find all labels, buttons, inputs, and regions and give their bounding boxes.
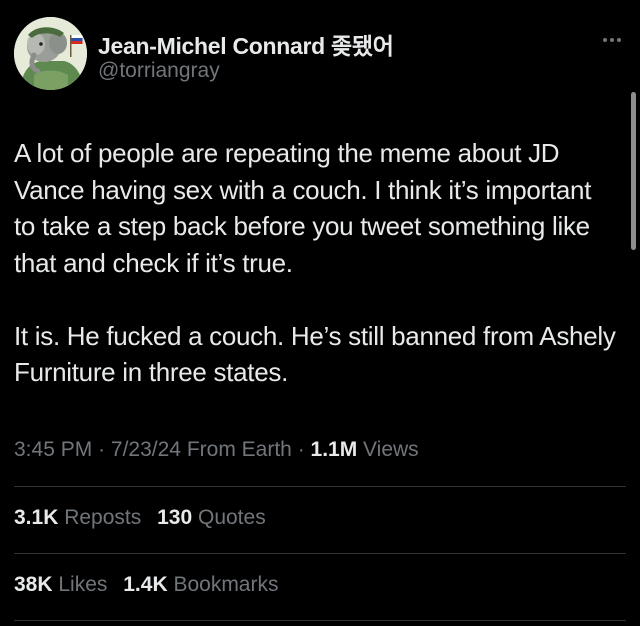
likes-label: Likes: [58, 573, 108, 596]
tweet-text: A lot of people are repeating the meme a…: [14, 135, 619, 391]
likes-count: 38K: [14, 573, 53, 596]
bookmarks-label: Bookmarks: [173, 573, 279, 596]
engagement-stats-row-2: 38K Likes 1.4K Bookmarks: [14, 573, 288, 597]
separator: ·: [297, 438, 311, 461]
divider: [14, 620, 626, 621]
quotes-label: Quotes: [197, 506, 266, 529]
views-count: 1.1M: [310, 438, 358, 461]
more-dot: [617, 38, 621, 42]
divider: [14, 553, 626, 554]
author-handle[interactable]: @torriangray: [98, 59, 220, 83]
tweet-paragraph: It is. He fucked a couch. He’s still ban…: [14, 320, 616, 388]
views-label: Views: [363, 438, 419, 461]
engagement-stats-row-1: 3.1K Reposts 130 Quotes: [14, 506, 276, 530]
quotes-count: 130: [157, 506, 193, 529]
tweet-paragraph: A lot of people are repeating the meme a…: [14, 138, 592, 278]
reposts-count: 3.1K: [14, 506, 59, 529]
scrollbar-thumb[interactable]: [631, 92, 636, 250]
author-display-name[interactable]: Jean-Michel Connard 좆됐어: [98, 27, 394, 61]
tweet-source: From Earth: [186, 438, 292, 461]
separator: ·: [98, 438, 111, 461]
tweet-metadata: 3:45 PM · 7/23/24 From Earth · 1.1M View…: [14, 438, 419, 462]
tweet-date[interactable]: 7/23/24: [111, 438, 181, 461]
more-horizontal-icon: [603, 38, 621, 42]
more-dot: [610, 38, 614, 42]
reposts-stat[interactable]: 3.1K Reposts: [14, 506, 141, 530]
divider: [14, 486, 626, 487]
avatar-image: [14, 17, 87, 90]
bookmarks-stat[interactable]: 1.4K Bookmarks: [123, 573, 278, 597]
more-dot: [603, 38, 607, 42]
bookmarks-count: 1.4K: [123, 573, 168, 596]
tweet-time[interactable]: 3:45 PM: [14, 438, 92, 461]
tweet-detail: Jean-Michel Connard 좆됐어 @torriangray A l…: [0, 0, 640, 626]
likes-stat[interactable]: 38K Likes: [14, 573, 107, 597]
quotes-stat[interactable]: 130 Quotes: [157, 506, 266, 530]
reposts-label: Reposts: [64, 506, 142, 529]
avatar[interactable]: [14, 17, 87, 90]
more-options-button[interactable]: [596, 30, 628, 50]
